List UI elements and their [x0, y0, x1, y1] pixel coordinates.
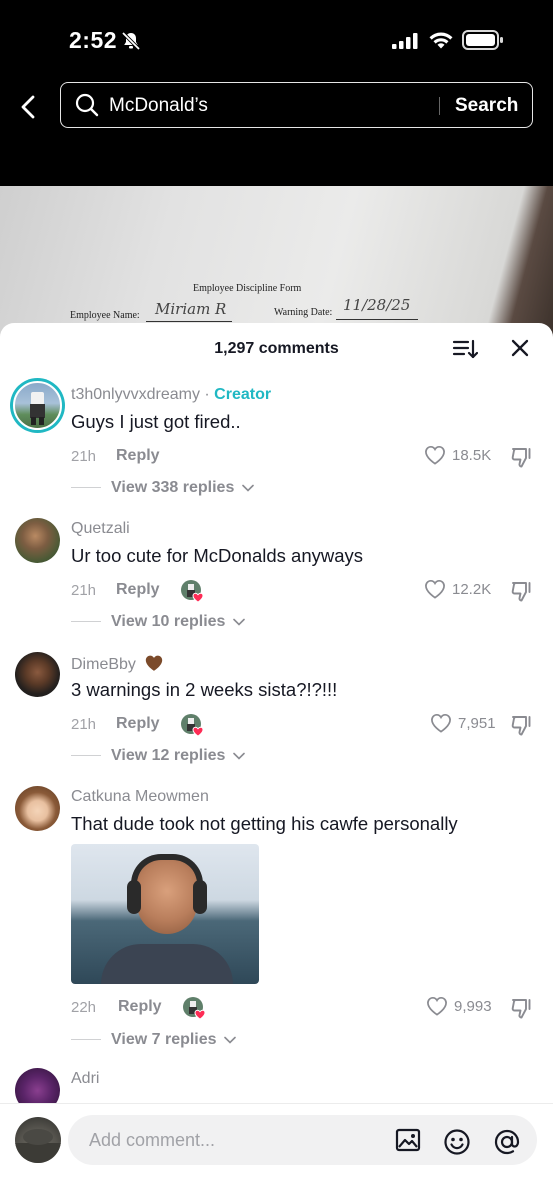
comment-time: 22h: [71, 999, 97, 1016]
view-replies-label: View 10 replies: [111, 613, 226, 630]
brown-heart-icon: [146, 655, 163, 671]
form-title: Employee Discipline Form: [193, 283, 302, 294]
view-replies-label: View 338 replies: [111, 479, 235, 496]
search-icon: [75, 93, 99, 117]
heart-icon: [425, 579, 445, 599]
comment-username[interactable]: Quetzali: [71, 520, 130, 538]
form-name-value: Miriam R: [155, 300, 227, 318]
comment-gif-image[interactable]: [71, 844, 259, 984]
comment-username[interactable]: Catkuna Meowmen: [71, 788, 209, 806]
dislike-icon[interactable]: [510, 713, 534, 737]
view-replies-button[interactable]: View 7 replies: [71, 1031, 236, 1049]
creator-liked-icon: [183, 997, 206, 1020]
comments-panel: 1,297 comments t3h0nlyvvxdreamy · Creato…: [0, 323, 553, 1200]
badge-separator: ·: [199, 386, 215, 403]
chevron-down-icon: [241, 484, 254, 492]
search-header: McDonald’s Search: [0, 80, 553, 186]
creator-liked-icon: [181, 580, 204, 603]
view-replies-button[interactable]: View 10 replies: [71, 613, 245, 631]
search-divider: [439, 97, 440, 115]
chevron-down-icon: [233, 618, 245, 626]
comment-composer: Add comment...: [0, 1103, 553, 1200]
comment-text: 3 warnings in 2 weeks sista?!?!!!: [71, 679, 338, 700]
like-button[interactable]: 18.5K: [424, 443, 496, 469]
close-icon[interactable]: [510, 338, 530, 358]
form-name-label: Employee Name:: [70, 310, 140, 321]
form-underline: [146, 321, 232, 322]
reply-button[interactable]: Reply: [118, 998, 162, 1016]
comment-text: Guys I just got fired..: [71, 411, 241, 432]
avatar[interactable]: [10, 378, 65, 433]
sort-icon[interactable]: [452, 337, 478, 361]
cellular-signal-icon: [392, 33, 418, 49]
comment-time: 21h: [71, 582, 97, 599]
add-comment-input[interactable]: Add comment...: [68, 1115, 537, 1165]
form-underline: [336, 319, 418, 320]
comment-text: Ur too cute for McDonalds anyways: [71, 545, 364, 566]
reply-button[interactable]: Reply: [116, 581, 160, 599]
comment-username[interactable]: Adri: [71, 1070, 99, 1088]
comment-time: 21h: [71, 716, 97, 733]
status-time: 2:52: [69, 27, 118, 53]
bell-off-icon: [121, 31, 141, 51]
status-bar: 2:52: [0, 0, 553, 80]
dislike-icon[interactable]: [510, 579, 534, 603]
emoji-icon[interactable]: [443, 1128, 471, 1156]
image-icon[interactable]: [395, 1128, 421, 1152]
my-avatar[interactable]: [15, 1117, 61, 1163]
search-input[interactable]: McDonald’s Search: [60, 82, 533, 128]
like-count: 12.2K: [452, 581, 492, 598]
heart-icon: [431, 713, 451, 733]
chevron-down-icon: [233, 752, 245, 760]
comment-text: That dude took not getting his cawfe per…: [71, 813, 458, 834]
view-replies-label: View 12 replies: [111, 747, 226, 764]
heart-icon: [427, 996, 447, 1016]
search-query: McDonald’s: [109, 95, 208, 116]
creator-liked-icon: [181, 714, 204, 737]
like-button[interactable]: 9,993: [426, 994, 496, 1020]
like-count: 7,951: [458, 715, 496, 732]
like-button[interactable]: 7,951: [430, 711, 496, 737]
heart-icon: [425, 445, 445, 465]
avatar[interactable]: [15, 518, 60, 563]
avatar[interactable]: [15, 786, 60, 831]
creator-badge: Creator: [214, 386, 272, 403]
avatar[interactable]: [15, 652, 60, 697]
search-button[interactable]: Search: [455, 95, 518, 117]
battery-icon: [462, 30, 503, 50]
comment-time: 21h: [71, 448, 97, 465]
view-replies-button[interactable]: View 12 replies: [71, 747, 245, 765]
mention-at-icon[interactable]: [493, 1128, 521, 1156]
like-button[interactable]: 12.2K: [424, 577, 496, 603]
like-count: 9,993: [454, 998, 492, 1015]
comment-username[interactable]: t3h0nlyvvxdreamy · Creator: [71, 386, 271, 404]
form-date-value: 11/28/25: [343, 296, 411, 314]
reply-button[interactable]: Reply: [116, 447, 160, 465]
chevron-down-icon: [224, 1036, 236, 1044]
username-text: t3h0nlyvvxdreamy: [71, 386, 200, 403]
comment-username[interactable]: DimeBby: [71, 654, 164, 674]
wifi-icon: [429, 32, 453, 49]
dislike-icon[interactable]: [510, 445, 534, 469]
like-count: 18.5K: [452, 447, 492, 464]
reply-button[interactable]: Reply: [116, 715, 160, 733]
add-comment-placeholder: Add comment...: [89, 1130, 216, 1150]
username-text: DimeBby: [71, 656, 136, 673]
dislike-icon[interactable]: [510, 996, 534, 1020]
form-date-label: Warning Date:: [274, 307, 333, 318]
back-arrow-icon[interactable]: [16, 94, 42, 120]
view-replies-button[interactable]: View 338 replies: [71, 479, 254, 497]
video-preview[interactable]: Employee Discipline Form Employee Name: …: [0, 186, 553, 346]
view-replies-label: View 7 replies: [111, 1031, 217, 1048]
